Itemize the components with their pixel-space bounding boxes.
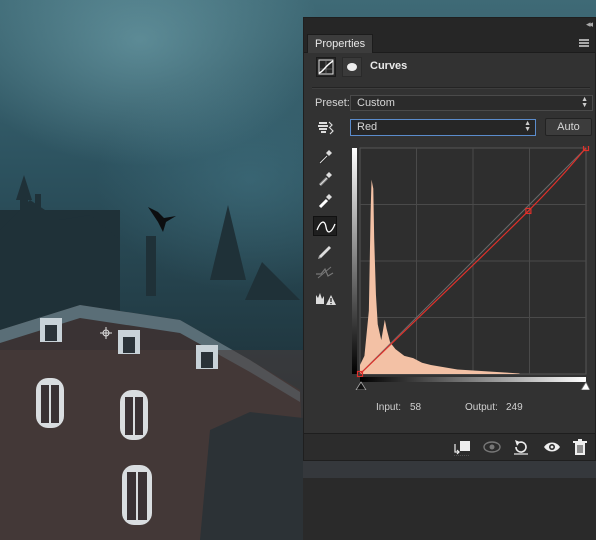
pencil-icon — [318, 246, 331, 259]
on-image-adjust-tool[interactable] — [313, 117, 337, 137]
curves-adjustment-icon[interactable] — [316, 57, 336, 77]
dropdown-arrows-icon: ▲ ▼ — [524, 120, 531, 133]
preset-value: Custom — [357, 97, 395, 109]
collapse-icon[interactable]: ◂◂ — [586, 19, 593, 30]
panel-bottom-bar — [304, 433, 595, 460]
panel-tab-row: Properties — [304, 34, 595, 53]
gray-eyedropper-icon — [318, 172, 332, 187]
black-eyedropper-icon — [318, 150, 332, 165]
adjustment-header: Curves — [314, 55, 584, 79]
black-point-slider[interactable] — [355, 381, 367, 390]
view-previous-button[interactable] — [480, 437, 502, 457]
channel-select[interactable]: Red ▲ ▼ — [350, 119, 536, 136]
hand-target-icon — [318, 121, 334, 135]
smooth-tool[interactable] — [313, 263, 337, 283]
reset-icon — [514, 440, 528, 455]
clip-to-layer-icon — [454, 441, 470, 456]
input-readout-label: Input: — [376, 402, 402, 413]
pencil-tool[interactable] — [313, 240, 337, 260]
preset-label: Preset: — [315, 97, 350, 109]
white-point-eyedropper[interactable] — [313, 190, 337, 210]
smooth-icon — [316, 266, 334, 279]
divider — [312, 87, 590, 89]
curve-point-icon — [316, 221, 336, 233]
input-readout-value: 58 — [410, 402, 422, 413]
visibility-eye-icon — [544, 442, 560, 452]
preset-select[interactable]: Custom ▲ ▼ — [350, 95, 593, 111]
view-previous-icon — [483, 441, 501, 453]
adjustment-title: Curves — [370, 60, 408, 72]
toggle-visibility-button[interactable] — [540, 437, 562, 457]
channel-value: Red — [357, 121, 378, 133]
output-readout-value: 249 — [506, 402, 523, 413]
curves-graph[interactable] — [350, 146, 590, 390]
auto-button[interactable]: Auto — [545, 118, 592, 136]
output-readout-label: Output: — [465, 402, 498, 413]
clip-to-layer-button[interactable] — [450, 437, 472, 457]
properties-panel: ◂◂ Properties Curves Preset: Custom ▲ ▼ R… — [303, 17, 596, 461]
input-gradient-bar — [360, 377, 586, 382]
reset-button[interactable] — [509, 437, 531, 457]
gray-point-eyedropper[interactable] — [313, 168, 337, 188]
panel-titlebar[interactable]: ◂◂ — [304, 18, 595, 34]
panel-menu-icon[interactable] — [579, 39, 589, 47]
output-gradient-bar — [352, 148, 357, 374]
dropdown-arrows-icon: ▲ ▼ — [581, 96, 588, 109]
layer-mask-icon[interactable] — [342, 57, 362, 77]
white-eyedropper-icon — [318, 194, 332, 209]
clipping-warning-icon — [316, 293, 336, 305]
curve-point-tool[interactable] — [313, 216, 337, 236]
trash-icon — [573, 439, 587, 455]
clipping-warning-tool[interactable] — [313, 288, 337, 308]
tab-properties[interactable]: Properties — [307, 34, 374, 53]
black-point-eyedropper[interactable] — [313, 146, 337, 166]
white-point-slider[interactable] — [580, 381, 590, 390]
delete-button[interactable] — [568, 437, 590, 457]
